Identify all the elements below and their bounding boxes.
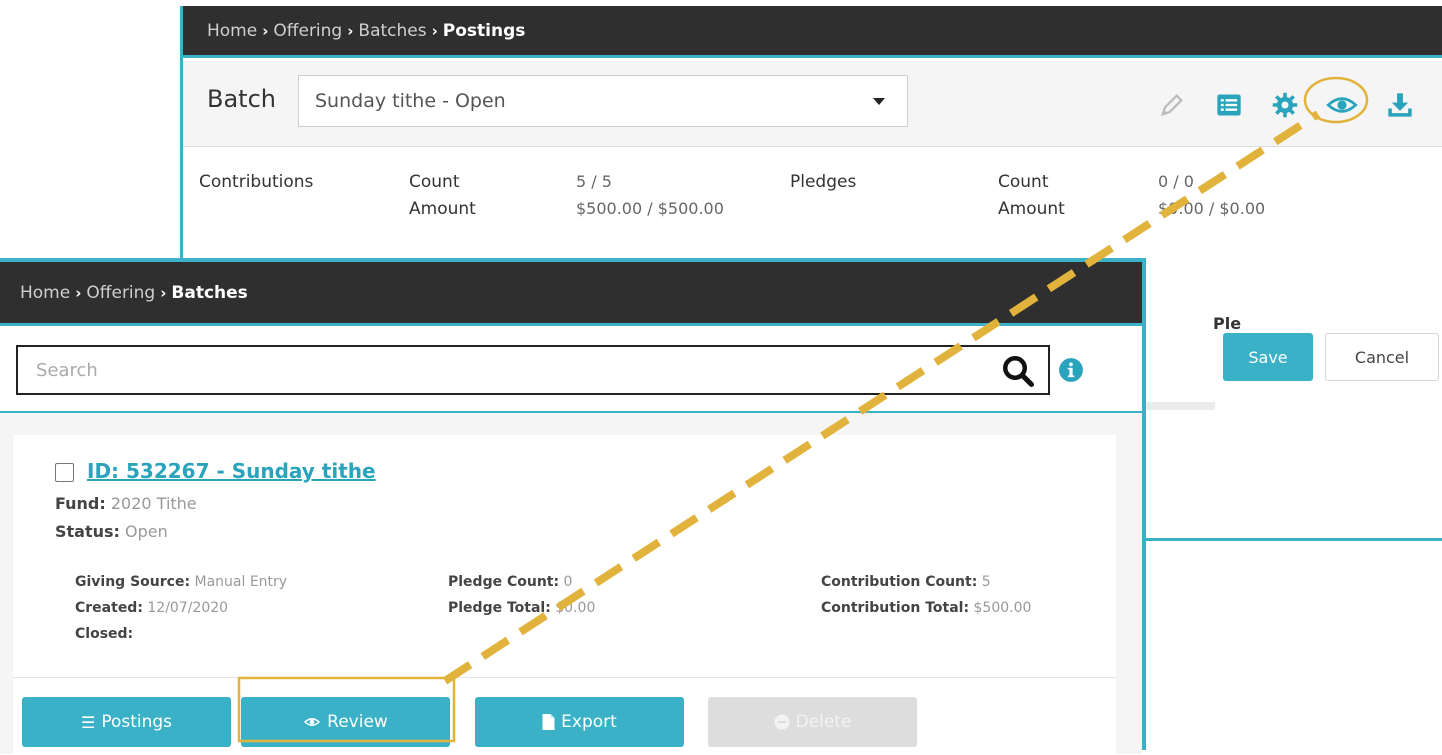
pledges-count-label: Count [998, 172, 1049, 192]
save-button[interactable]: Save [1223, 333, 1313, 381]
giving-source-field: Giving Source: Manual Entry [75, 574, 287, 590]
card-divider [13, 677, 1116, 678]
postings-button-label: Postings [101, 712, 173, 732]
contribution-total-value: $500.00 [973, 600, 1032, 616]
breadcrumb: Home › Offering › Batches [0, 262, 1142, 326]
delete-button[interactable]: Delete [708, 697, 917, 747]
batches-window: Home › Offering › Batches ID: 532267 - S… [0, 258, 1146, 755]
list-icon[interactable] [1215, 91, 1243, 119]
batch-title-link[interactable]: ID: 532267 - Sunday tithe [87, 459, 376, 483]
breadcrumb-offering[interactable]: Offering [273, 21, 342, 41]
giving-source-value: Manual Entry [194, 574, 288, 590]
eye-icon [304, 718, 321, 726]
caret-down-icon [873, 98, 885, 105]
chevron-right-icon: › [347, 21, 354, 40]
closed-field: Closed: [75, 626, 133, 642]
fund-field: Fund: 2020 Tithe [55, 494, 197, 513]
search-input[interactable] [16, 345, 1050, 395]
review-button[interactable]: Review [241, 697, 450, 747]
breadcrumb: Home › Offering › Batches › Postings [183, 6, 1442, 58]
contributions-amount-value: $500.00 / $500.00 [576, 199, 724, 218]
contribution-count-label: Contribution Count: [821, 574, 978, 590]
contributions-amount-label: Amount [409, 199, 476, 219]
status-field: Status: Open [55, 522, 168, 541]
breadcrumb-batches[interactable]: Batches [358, 21, 426, 41]
pledge-total-label: Pledge Total: [448, 600, 551, 616]
search-bar [0, 329, 1142, 413]
minus-circle-icon [774, 714, 790, 730]
list-icon: ☰ [80, 712, 96, 732]
created-label: Created: [75, 600, 143, 616]
breadcrumb-home[interactable]: Home [20, 283, 70, 303]
cancel-button[interactable]: Cancel [1325, 333, 1439, 381]
gear-icon[interactable] [1271, 91, 1299, 119]
fund-value: 2020 Tithe [110, 494, 197, 513]
chevron-right-icon: › [160, 283, 167, 302]
eye-icon[interactable] [1326, 91, 1358, 119]
contributions-count-value: 5 / 5 [576, 172, 612, 191]
pledges-label: Pledges [790, 172, 857, 192]
contribution-count-value: 5 [981, 574, 991, 590]
pledge-count-label: Pledge Count: [448, 574, 560, 590]
pledge-total-value: $0.00 [555, 600, 596, 616]
column-header-partial: Ple [1213, 314, 1242, 333]
pledges-count-value: 0 / 0 [1158, 172, 1194, 191]
batch-label: Batch [207, 85, 276, 113]
created-field: Created: 12/07/2020 [75, 600, 228, 616]
contribution-total-label: Contribution Total: [821, 600, 970, 616]
contribution-total-field: Contribution Total: $500.00 [821, 600, 1031, 616]
closed-label: Closed: [75, 626, 134, 642]
chevron-right-icon: › [262, 21, 269, 40]
review-button-label: Review [327, 712, 388, 732]
pencil-icon[interactable] [1158, 91, 1186, 119]
export-button[interactable]: Export [475, 697, 684, 747]
file-icon [542, 714, 555, 730]
batch-list: ID: 532267 - Sunday tithe Fund: 2020 Tit… [0, 413, 1142, 755]
chevron-right-icon: › [431, 21, 438, 40]
pledges-amount-label: Amount [998, 199, 1065, 219]
batch-select-value: Sunday tithe - Open [315, 90, 506, 112]
contributions-count-label: Count [409, 172, 460, 192]
contributions-label: Contributions [199, 172, 314, 192]
batch-header: Batch Sunday tithe - Open [183, 61, 1442, 147]
fund-label: Fund: [55, 494, 106, 513]
pledge-count-value: 0 [563, 574, 573, 590]
created-value: 12/07/2020 [147, 600, 229, 616]
breadcrumb-home[interactable]: Home [207, 21, 257, 41]
scrollbar-track [1145, 402, 1215, 410]
giving-source-label: Giving Source: [75, 574, 191, 590]
contribution-count-field: Contribution Count: 5 [821, 574, 991, 590]
download-icon[interactable] [1386, 91, 1414, 119]
delete-button-label: Delete [795, 712, 852, 732]
batch-card: ID: 532267 - Sunday tithe Fund: 2020 Tit… [13, 435, 1116, 755]
pledge-count-field: Pledge Count: 0 [448, 574, 572, 590]
pledge-total-field: Pledge Total: $0.00 [448, 600, 595, 616]
pledges-amount-value: $0.00 / $0.00 [1158, 199, 1266, 218]
batch-checkbox[interactable] [55, 463, 74, 482]
breadcrumb-current: Postings [442, 20, 526, 41]
breadcrumb-current: Batches [171, 282, 248, 303]
batch-summary: Contributions Count Amount 5 / 5 $500.00… [183, 148, 1442, 258]
postings-button[interactable]: ☰ Postings [22, 697, 231, 747]
breadcrumb-offering[interactable]: Offering [86, 283, 155, 303]
batch-select[interactable]: Sunday tithe - Open [298, 75, 908, 127]
search-icon[interactable] [1000, 353, 1036, 389]
info-icon[interactable] [1058, 357, 1084, 383]
status-value: Open [125, 522, 168, 541]
chevron-right-icon: › [75, 283, 82, 302]
export-button-label: Export [561, 712, 617, 732]
status-label: Status: [55, 522, 120, 541]
